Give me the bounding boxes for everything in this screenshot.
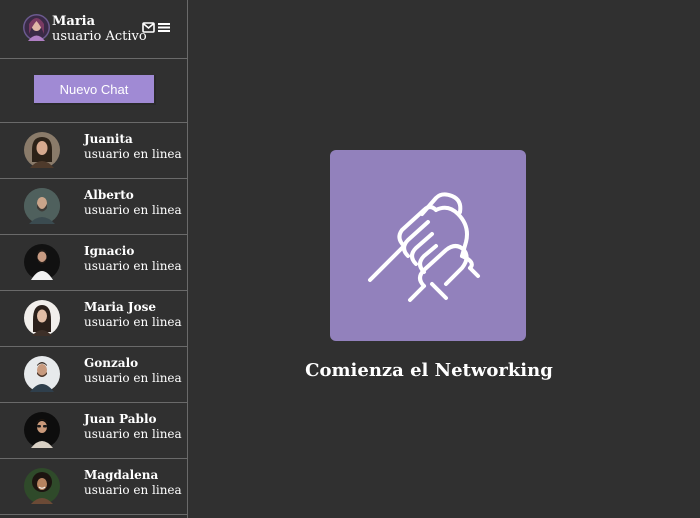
contact-name: Juan Pablo <box>84 412 157 426</box>
contact-avatar <box>24 244 60 280</box>
main-panel: Comienza el Networking <box>188 0 700 518</box>
contact-status: usuario en linea <box>84 203 182 217</box>
user-status: usuario Activo <box>52 29 147 44</box>
contact-avatar <box>24 300 60 336</box>
contact-item[interactable]: Gonzalo usuario en linea <box>0 347 187 403</box>
contact-item[interactable]: Maria Jose usuario en linea <box>0 291 187 347</box>
contact-avatar <box>24 132 60 168</box>
contact-status: usuario en linea <box>84 483 182 497</box>
contact-item[interactable]: Juan Pablo usuario en linea <box>0 403 187 459</box>
contact-name: Ignacio <box>84 244 135 258</box>
contact-status: usuario en linea <box>84 427 182 441</box>
user-name: Maria <box>52 14 96 29</box>
hero-card <box>330 150 526 341</box>
new-chat-row: Nuevo Chat <box>0 59 187 123</box>
contact-item[interactable]: Juanita usuario en linea <box>0 123 187 179</box>
page-title: Comienza el Networking <box>305 360 553 381</box>
contact-avatar <box>24 188 60 224</box>
current-user-header: Maria usuario Activo <box>0 0 187 59</box>
envelope-icon[interactable] <box>142 22 155 33</box>
menu-icon[interactable] <box>158 22 170 33</box>
contact-status: usuario en linea <box>84 371 182 385</box>
contact-name: Juanita <box>84 132 133 146</box>
contact-name: Gonzalo <box>84 356 139 370</box>
contact-name: Magdalena <box>84 468 159 482</box>
contact-item[interactable]: Magdalena usuario en linea <box>0 459 187 515</box>
contact-avatar <box>24 468 60 504</box>
contact-item[interactable]: Ignacio usuario en linea <box>0 235 187 291</box>
contact-avatar <box>24 412 60 448</box>
contact-name: Alberto <box>84 188 134 202</box>
contact-avatar <box>24 356 60 392</box>
new-chat-button[interactable]: Nuevo Chat <box>34 75 156 105</box>
handshake-icon <box>368 191 480 302</box>
contact-status: usuario en linea <box>84 147 182 161</box>
contact-item[interactable]: Alberto usuario en linea <box>0 179 187 235</box>
contact-status: usuario en linea <box>84 259 182 273</box>
header-actions <box>142 22 170 33</box>
user-avatar[interactable] <box>23 14 50 41</box>
contact-name: Maria Jose <box>84 300 156 314</box>
sidebar: Maria usuario Activo Nuevo Chat Juanita … <box>0 0 188 518</box>
contact-status: usuario en linea <box>84 315 182 329</box>
